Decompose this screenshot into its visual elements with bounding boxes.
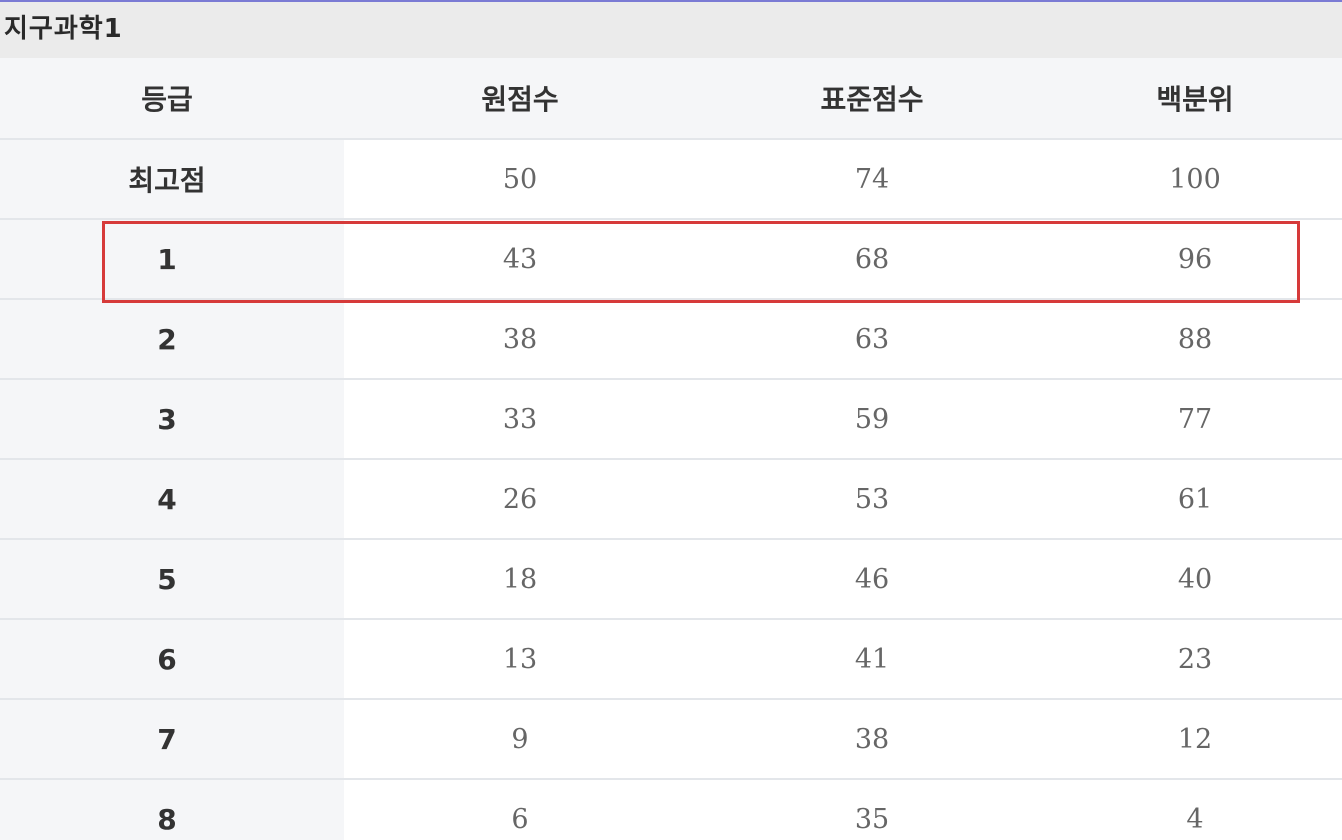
grade-label: 8 — [157, 802, 177, 836]
table-row: 8 6 35 4 — [0, 780, 1342, 840]
grade-cell: 최고점 — [0, 140, 344, 218]
raw-score-cell: 50 — [344, 140, 696, 218]
percentile-value: 61 — [1177, 483, 1213, 515]
table-row: 5 18 46 40 — [0, 540, 1342, 620]
percentile-value: 12 — [1177, 723, 1213, 755]
standard-score-cell: 74 — [696, 140, 1048, 218]
standard-score-value: 63 — [854, 323, 890, 355]
standard-score-cell: 68 — [696, 220, 1048, 298]
page: 지구과학1 등급 원점수 표준점수 백분위 최고점 50 74 100 1 43… — [0, 0, 1342, 840]
grade-cell: 1 — [0, 220, 344, 298]
table-row: 2 38 63 88 — [0, 300, 1342, 380]
percentile-cell: 100 — [1048, 140, 1342, 218]
raw-score-cell: 13 — [344, 620, 696, 698]
percentile-cell: 77 — [1048, 380, 1342, 458]
table-row: 6 13 41 23 — [0, 620, 1342, 700]
grade-cell: 2 — [0, 300, 344, 378]
percentile-value: 4 — [1186, 803, 1204, 835]
percentile-cell: 23 — [1048, 620, 1342, 698]
table-row: 7 9 38 12 — [0, 700, 1342, 780]
standard-score-value: 38 — [854, 723, 890, 755]
standard-score-cell: 35 — [696, 780, 1048, 840]
grade-cell: 4 — [0, 460, 344, 538]
grade-cell: 8 — [0, 780, 344, 840]
grade-label: 1 — [157, 242, 177, 276]
raw-score-value: 33 — [502, 403, 538, 435]
percentile-cell: 96 — [1048, 220, 1342, 298]
raw-score-value: 18 — [502, 563, 538, 595]
raw-score-cell: 43 — [344, 220, 696, 298]
raw-score-value: 13 — [502, 643, 538, 675]
column-header-standard-score: 표준점수 — [820, 83, 924, 116]
grade-cell: 3 — [0, 380, 344, 458]
raw-score-value: 38 — [502, 323, 538, 355]
standard-score-cell: 41 — [696, 620, 1048, 698]
standard-score-value: 41 — [854, 643, 890, 675]
percentile-cell: 88 — [1048, 300, 1342, 378]
grade-label: 6 — [157, 642, 177, 676]
raw-score-cell: 38 — [344, 300, 696, 378]
raw-score-value: 6 — [511, 803, 529, 835]
percentile-value: 96 — [1177, 243, 1213, 275]
standard-score-value: 53 — [854, 483, 890, 515]
percentile-cell: 4 — [1048, 780, 1342, 840]
raw-score-cell: 33 — [344, 380, 696, 458]
standard-score-value: 68 — [854, 243, 890, 275]
grade-cut-table: 등급 원점수 표준점수 백분위 최고점 50 74 100 1 43 68 96… — [0, 58, 1342, 840]
title-bar: 지구과학1 — [0, 0, 1342, 58]
column-header-raw-score: 원점수 — [481, 83, 559, 116]
grade-label: 2 — [157, 322, 177, 356]
table-row: 4 26 53 61 — [0, 460, 1342, 540]
standard-score-value: 59 — [854, 403, 890, 435]
raw-score-cell: 26 — [344, 460, 696, 538]
grade-label: 최고점 — [128, 164, 206, 197]
percentile-cell: 61 — [1048, 460, 1342, 538]
raw-score-value: 26 — [502, 483, 538, 515]
standard-score-value: 74 — [854, 163, 890, 195]
table-header-row: 등급 원점수 표준점수 백분위 — [0, 58, 1342, 140]
standard-score-cell: 59 — [696, 380, 1048, 458]
raw-score-value: 9 — [511, 723, 529, 755]
standard-score-cell: 63 — [696, 300, 1048, 378]
standard-score-value: 35 — [854, 803, 890, 835]
raw-score-cell: 6 — [344, 780, 696, 840]
standard-score-cell: 38 — [696, 700, 1048, 778]
grade-label: 4 — [157, 482, 177, 516]
percentile-value: 40 — [1177, 563, 1213, 595]
raw-score-value: 50 — [502, 163, 538, 195]
column-header-grade: 등급 — [0, 58, 344, 138]
grade-cell: 6 — [0, 620, 344, 698]
raw-score-cell: 18 — [344, 540, 696, 618]
grade-label: 7 — [157, 722, 177, 756]
percentile-value: 88 — [1177, 323, 1213, 355]
grade-label: 5 — [157, 562, 177, 596]
grade-label: 3 — [157, 402, 177, 436]
table-title: 지구과학1 — [4, 14, 123, 44]
percentile-cell: 12 — [1048, 700, 1342, 778]
grade-cell: 5 — [0, 540, 344, 618]
percentile-value: 100 — [1169, 163, 1221, 195]
table-row: 3 33 59 77 — [0, 380, 1342, 460]
percentile-value: 23 — [1177, 643, 1213, 675]
raw-score-value: 43 — [502, 243, 538, 275]
table-row: 최고점 50 74 100 — [0, 140, 1342, 220]
standard-score-value: 46 — [854, 563, 890, 595]
column-header-percentile: 백분위 — [1156, 83, 1234, 116]
grade-cell: 7 — [0, 700, 344, 778]
percentile-value: 77 — [1177, 403, 1213, 435]
standard-score-cell: 46 — [696, 540, 1048, 618]
raw-score-cell: 9 — [344, 700, 696, 778]
table-row: 1 43 68 96 — [0, 220, 1342, 300]
standard-score-cell: 53 — [696, 460, 1048, 538]
percentile-cell: 40 — [1048, 540, 1342, 618]
